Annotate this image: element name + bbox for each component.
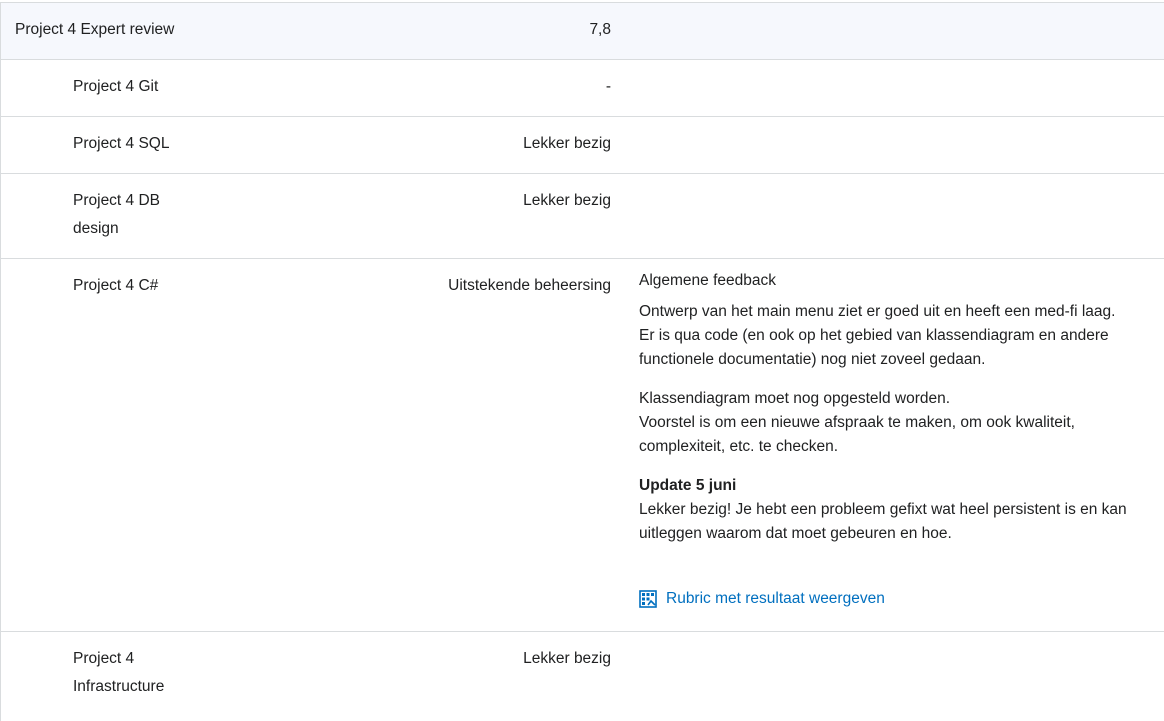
feedback-heading: Algemene feedback [639, 272, 777, 289]
grade-row-expert-review: Project 4 Expert review 7,8 [1, 2, 1164, 59]
feedback-line: uitleggen waarom dat moet gebeuren en ho… [639, 525, 952, 542]
feedback-line: Er is qua code (en ook op het gebied van… [639, 327, 1109, 344]
grades-table: Project 4 Expert review 7,8 Project 4 Gi… [0, 2, 1164, 721]
feedback-paragraph: Klassendiagram moet nog opgesteld worden… [639, 387, 1154, 459]
grade-row-sql: Project 4 SQL Lekker bezig [1, 116, 1164, 173]
rubric-link-label: Rubric met resultaat weergeven [666, 590, 885, 607]
feedback-line: Klassendiagram moet nog opgesteld worden… [639, 390, 951, 407]
grade-item-name: Project 4 SQL [73, 135, 170, 152]
feedback-line: Ontwerp van het main menu ziet er goed u… [639, 303, 1116, 320]
grade-item-name-line: Project 4 DB [73, 192, 161, 209]
grade-item-name: Project 4 Git [73, 78, 159, 95]
feedback-paragraph: Ontwerp van het main menu ziet er goed u… [639, 300, 1154, 372]
feedback-line: functionele documentatie) nog niet zovee… [639, 351, 986, 368]
grade-item-name-line: Infrastructure [73, 678, 165, 695]
rubric-grid-icon [639, 590, 657, 608]
feedback-line: Voorstel is om een nieuwe afspraak te ma… [639, 414, 1075, 431]
grade-row-csharp: Project 4 C# Uitstekende beheersing Alge… [1, 258, 1164, 631]
grade-item-score: Lekker bezig [523, 135, 611, 152]
grade-item-score: Lekker bezig [523, 192, 611, 209]
grade-item-name: Project 4 C# [73, 277, 159, 294]
grade-row-db-design: Project 4 DB design Lekker bezig [1, 173, 1164, 258]
grade-item-name-line: design [73, 220, 119, 237]
grade-item-score: - [605, 78, 611, 95]
grade-item-name: Project 4 Expert review [15, 21, 175, 38]
grade-item-name: Project 4 DB design [1, 174, 197, 258]
grade-row-infrastructure: Project 4 Infrastructure Lekker bezig [1, 631, 1164, 721]
feedback-line: Lekker bezig! Je hebt een probleem gefix… [639, 501, 1127, 518]
grade-item-name-line: Project 4 [73, 650, 135, 667]
grade-row-git: Project 4 Git - [1, 59, 1164, 116]
grade-item-name: Project 4 Infrastructure [1, 632, 197, 721]
rubric-result-link[interactable]: Rubric met resultaat weergeven [639, 587, 1154, 611]
feedback-update-title: Update 5 juni [639, 477, 737, 494]
grade-item-score: Lekker bezig [523, 650, 611, 667]
grade-feedback: Algemene feedback Ontwerp van het main m… [611, 259, 1164, 631]
feedback-line: complexiteit, etc. te checken. [639, 438, 839, 455]
feedback-update: Update 5 juni Lekker bezig! Je hebt een … [639, 474, 1154, 546]
grade-item-score: Uitstekende beheersing [448, 277, 611, 294]
grade-item-score: 7,8 [589, 21, 611, 38]
